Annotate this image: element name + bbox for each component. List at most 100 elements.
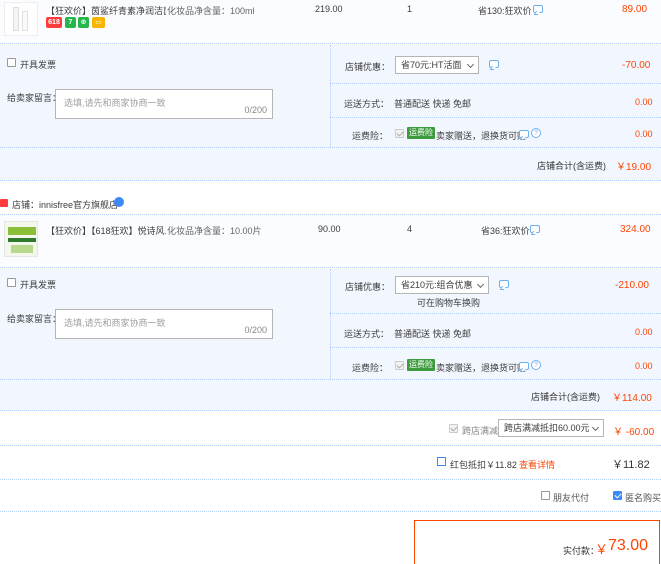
invoice-label: 开具发票	[20, 280, 57, 290]
cross-store-amount: ￥ -60.00	[613, 427, 655, 438]
message-label: 给卖家留言：	[7, 93, 62, 103]
badge-card-icon: ▭	[92, 17, 105, 28]
message-count: 0/200	[244, 105, 267, 115]
shop-discount-value: 省210元:组合优惠	[401, 280, 473, 290]
chat-icon[interactable]	[519, 362, 529, 370]
shop-discount-value: 省70元:HT活面	[401, 60, 462, 70]
divider	[330, 117, 661, 118]
cross-store-label: 跨店满减	[462, 426, 499, 436]
message-placeholder: 选填,请先和商家协商一致	[64, 98, 166, 108]
order1-options: 开具发票 给卖家留言： 选填,请先和商家协商一致 0/200 店铺优惠： 省70…	[0, 45, 661, 147]
insurance-text: 卖家赠送，退换货可赔	[436, 363, 527, 373]
chat-bubble-icon[interactable]	[114, 197, 124, 207]
chat-icon[interactable]	[499, 280, 509, 288]
friend-pay-label: 朋友代付	[553, 493, 590, 503]
product-thumbnail[interactable]	[4, 221, 38, 257]
paid-value: 73.00	[608, 537, 649, 554]
chevron-down-icon	[476, 280, 485, 289]
item-total: 324.00	[620, 224, 651, 235]
insurance-label: 运费险：	[352, 131, 389, 141]
discount-note: 省130:狂欢价	[478, 6, 532, 16]
shipping-value: 普通配送 快递 免邮	[394, 329, 472, 339]
insurance-amount: 0.00	[635, 129, 653, 139]
unit-price: 219.00	[315, 4, 343, 14]
badge-guarantee-icon: ⊕	[78, 17, 89, 28]
message-textarea[interactable]: 选填,请先和商家协商一致 0/200	[55, 309, 273, 339]
badge-618-icon: 618	[46, 17, 62, 28]
badge-seven-day-icon: 7	[65, 17, 76, 28]
store-icon	[0, 199, 8, 207]
invoice-checkbox[interactable]	[7, 58, 16, 67]
cross-store-checkbox	[449, 424, 458, 433]
shipping-label: 运送方式：	[344, 329, 390, 339]
shipping-label: 运送方式：	[344, 99, 390, 109]
store-header: 店铺：innisfree官方旗舰店	[0, 196, 661, 212]
subtotal-label: 店铺合计(含运费)	[537, 161, 606, 171]
message-count: 0/200	[244, 325, 267, 335]
product-title[interactable]: 【狂欢价】【618狂欢】悦诗风...	[46, 224, 166, 237]
shop-discount-amount: -70.00	[622, 60, 651, 71]
subtotal-value: ￥114.00	[612, 393, 652, 404]
anonymous-label: 匿名购买	[625, 493, 661, 503]
paid-box: 实付款： ￥ 73.00	[414, 520, 660, 564]
paid-label: 实付款：	[563, 546, 600, 556]
anonymous-checkbox[interactable]	[613, 491, 622, 500]
chat-icon[interactable]	[533, 5, 543, 13]
shop-discount-select[interactable]: 省70元:HT活面	[395, 56, 479, 74]
order2-options: 开具发票 给卖家留言： 选填,请先和商家协商一致 0/200 店铺优惠： 省21…	[0, 269, 661, 379]
order1-subtotal-row: 店铺合计(含运费) ￥19.00	[0, 147, 661, 181]
cross-store-value: 跨店满减抵扣60.00元	[504, 423, 590, 433]
shop-discount-label: 店铺优惠：	[345, 282, 391, 292]
chevron-down-icon	[466, 60, 475, 69]
product-title[interactable]: 【狂欢价】茵鲨纤青素净润洁面...	[46, 4, 166, 17]
message-textarea[interactable]: 选填,请先和商家协商一致 0/200	[55, 89, 273, 119]
redpack-label: 红包抵扣￥11.82	[450, 460, 517, 470]
insurance-text: 卖家赠送，退换货可赔	[436, 131, 527, 141]
redpack-checkbox[interactable]	[437, 457, 446, 466]
divider	[330, 83, 661, 84]
product-spec: 化妆品净含量：100ml	[167, 6, 255, 16]
paid-currency: ￥	[595, 542, 609, 557]
invoice-label: 开具发票	[20, 60, 57, 70]
chat-icon[interactable]	[519, 130, 529, 138]
item-total: 89.00	[622, 4, 648, 15]
discount-note: 省36:狂欢价	[481, 226, 530, 236]
chat-icon[interactable]	[530, 225, 540, 233]
redpack-row: 红包抵扣￥11.82 查看详情 ￥11.82	[0, 447, 661, 480]
order1-product-row: 【狂欢价】茵鲨纤青素净润洁面... 化妆品净含量：100ml 618 7 ⊕ ▭…	[0, 0, 661, 44]
redpack-link[interactable]: 查看详情	[519, 458, 555, 471]
product-thumbnail[interactable]	[4, 2, 38, 36]
store-name[interactable]: 店铺：innisfree官方旗舰店	[12, 198, 118, 211]
insurance-checkbox	[395, 129, 404, 138]
help-icon[interactable]: ?	[531, 128, 541, 138]
product-spec: 化妆品净含量：10.00片	[167, 226, 262, 236]
cross-store-row: 跨店满减 跨店满减抵扣60.00元 ￥ -60.00	[0, 412, 661, 446]
help-icon[interactable]: ?	[531, 360, 541, 370]
chat-icon[interactable]	[489, 60, 499, 68]
chevron-down-icon	[591, 423, 600, 432]
message-label: 给卖家留言：	[7, 314, 62, 324]
options-row: 朋友代付 匿名购买	[0, 481, 661, 512]
quantity: 1	[407, 4, 413, 14]
divider	[330, 347, 661, 348]
shop-discount-select[interactable]: 省210元:组合优惠	[395, 276, 489, 294]
friend-pay-checkbox[interactable]	[541, 491, 550, 500]
insurance-label: 运费险：	[352, 363, 389, 373]
insurance-amount: 0.00	[635, 361, 653, 371]
insurance-tag: 运费险	[407, 127, 435, 139]
invoice-checkbox[interactable]	[7, 278, 16, 287]
shipping-amount: 0.00	[635, 327, 653, 337]
order2-subtotal-row: 店铺合计(含运费) ￥114.00	[0, 379, 661, 411]
divider	[330, 313, 661, 314]
shop-discount-label: 店铺优惠：	[345, 62, 391, 72]
message-placeholder: 选填,请先和商家协商一致	[64, 318, 166, 328]
subtotal-value: ￥19.00	[616, 162, 652, 173]
redpack-amount: ￥11.82	[612, 459, 650, 471]
cross-store-select[interactable]: 跨店满减抵扣60.00元	[498, 419, 604, 437]
insurance-tag: 运费险	[407, 359, 435, 371]
insurance-checkbox	[395, 361, 404, 370]
quantity: 4	[407, 224, 413, 234]
subtotal-label: 店铺合计(含运费)	[531, 392, 600, 402]
shipping-value: 普通配送 快递 免邮	[394, 99, 472, 109]
order2-product-row: 【狂欢价】【618狂欢】悦诗风... 化妆品净含量：10.00片 90.00 4…	[0, 214, 661, 268]
